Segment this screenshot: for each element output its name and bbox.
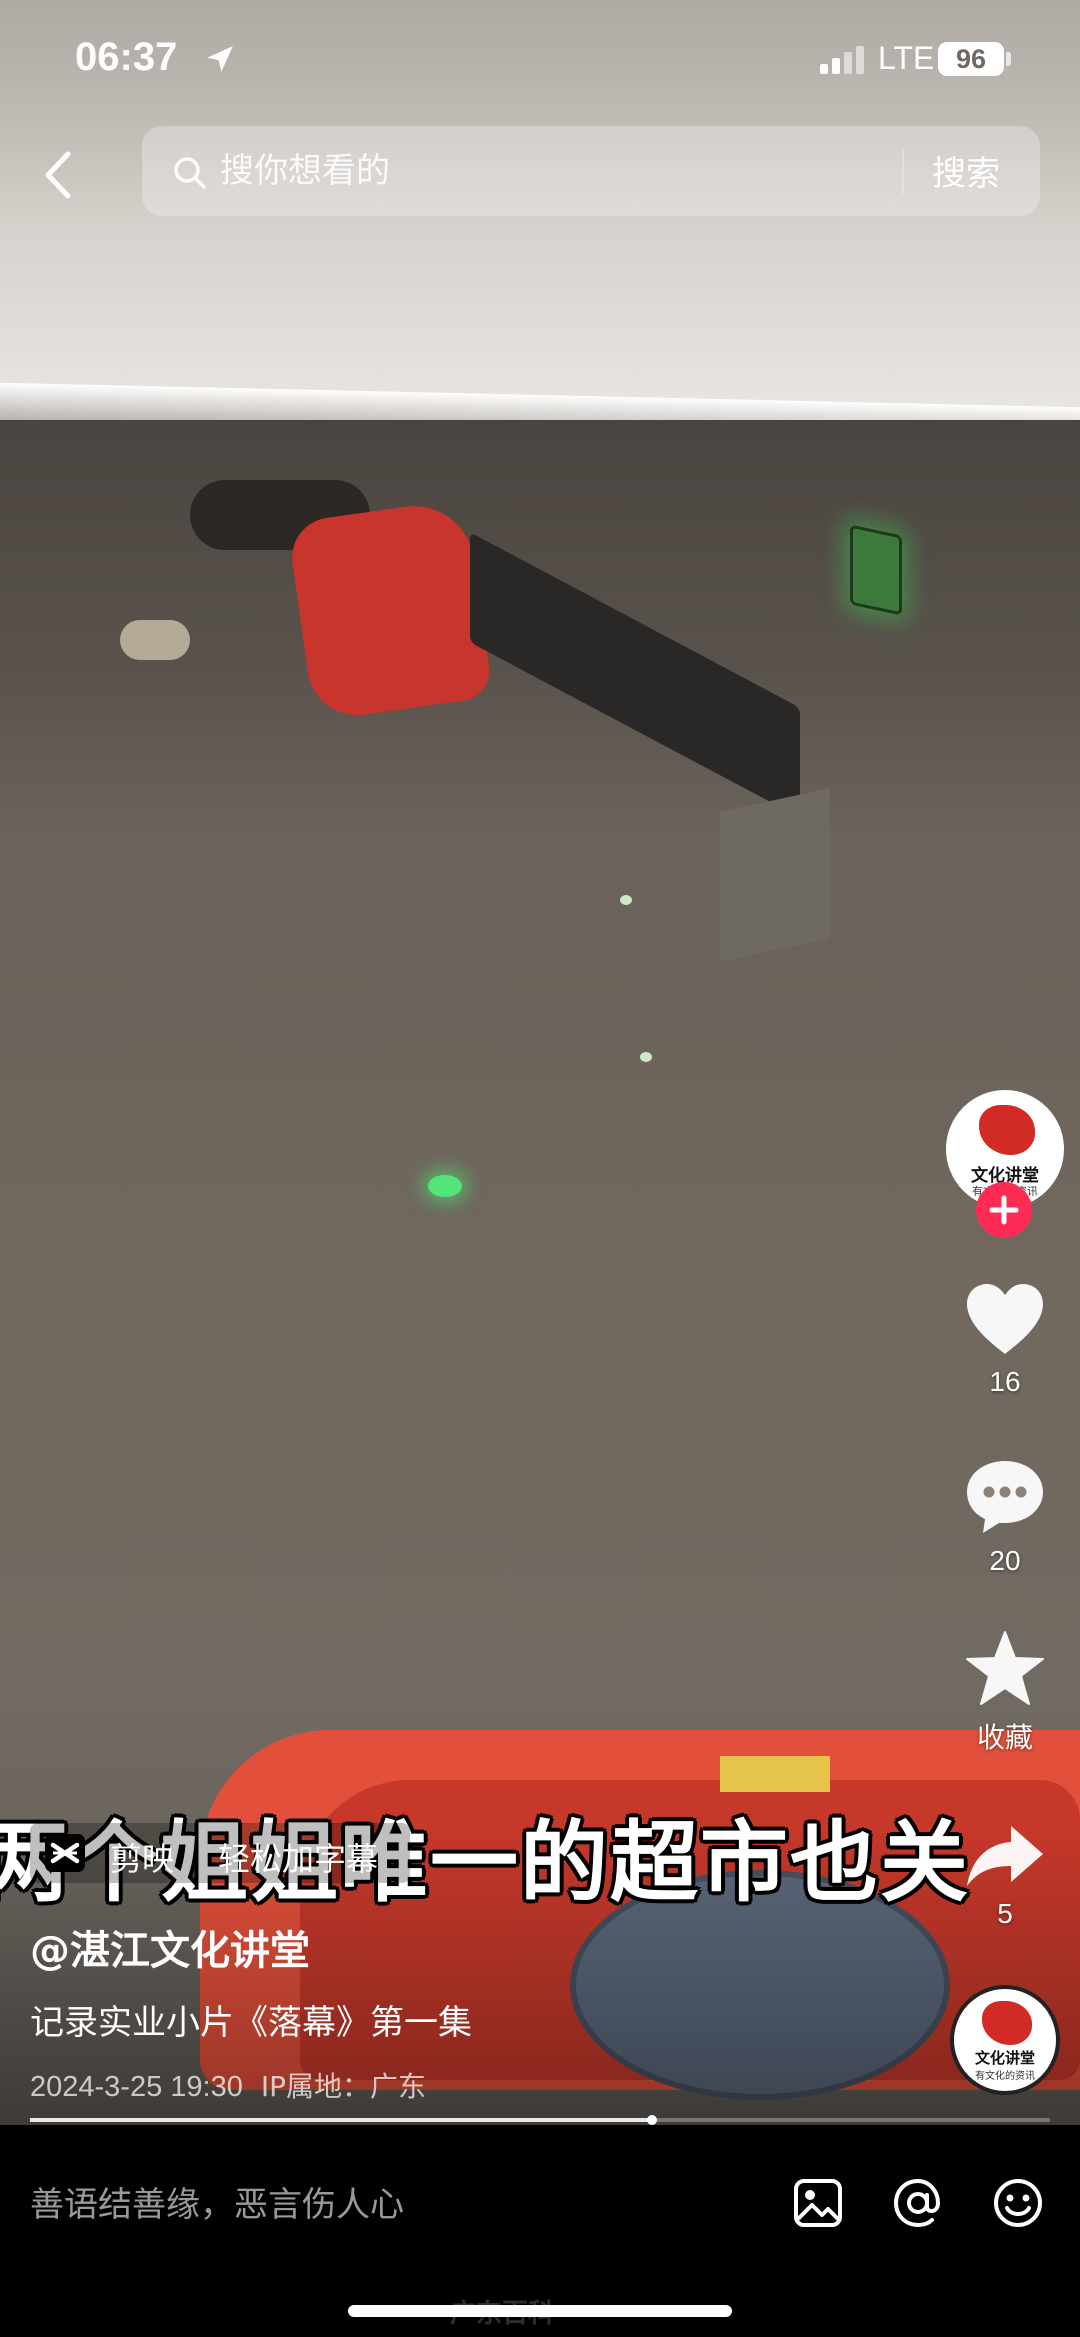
author-handle[interactable]: @湛江文化讲堂 (30, 1918, 310, 1976)
capcut-logo-icon (45, 1834, 85, 1872)
video-green-light (428, 1175, 462, 1197)
video-progress-fill (30, 2118, 653, 2122)
battery-cap (1006, 52, 1011, 66)
comment-input[interactable] (30, 2175, 750, 2235)
post-date: 2024-3-25 19:30 (30, 2071, 243, 2103)
video-light-dot (640, 1052, 652, 1062)
back-button[interactable] (30, 140, 90, 210)
battery-level: 96 (955, 44, 987, 74)
star-icon (966, 1631, 1044, 1705)
chevron-left-icon (45, 151, 71, 199)
like-button[interactable]: 16 (940, 1280, 1070, 1398)
search-icon (174, 157, 206, 189)
music-disc-avatar[interactable]: 文化讲堂 有文化的资讯 (950, 1985, 1060, 2095)
status-bar: 06:37 LTE 96 (0, 0, 1080, 120)
favorite-button[interactable]: 收藏 (940, 1628, 1070, 1756)
video-progress-bar[interactable] (30, 2115, 1050, 2125)
heart-icon (967, 1284, 1043, 1354)
search-input[interactable] (220, 148, 780, 194)
image-icon[interactable] (788, 2173, 848, 2233)
signal-bars-icon (820, 46, 864, 74)
avatar-map-logo (979, 1105, 1035, 1155)
follow-button[interactable] (976, 1182, 1032, 1238)
search-button[interactable]: 搜索 (932, 146, 1000, 195)
disc-subtitle: 有文化的资讯 (975, 2071, 1035, 2082)
capcut-tag[interactable]: 剪映 轻松加字幕 (30, 1823, 410, 1883)
network-type: LTE (878, 40, 935, 76)
ip-location: IP属地：广东 (260, 2070, 426, 2103)
comment-bubble-icon (967, 1461, 1043, 1533)
comment-button[interactable]: 20 (940, 1455, 1070, 1577)
video-basket-label (720, 1756, 830, 1792)
video-description[interactable]: 记录实业小片《落幕》第一集 (30, 1995, 472, 2044)
video-bench-side (720, 788, 830, 962)
like-count: 16 (989, 1366, 1021, 1397)
capcut-slogan: 轻松加字幕 (218, 1840, 379, 1878)
battery-icon: 96 (938, 42, 1004, 76)
plus-icon (989, 1195, 1019, 1225)
disc-title: 文化讲堂 (974, 2049, 1035, 2067)
location-arrow-icon (207, 46, 233, 72)
video-person-foot (120, 620, 190, 660)
video-person-red-jacket (286, 498, 494, 722)
comment-bar: 广东百科 (0, 2125, 1080, 2337)
search-bar[interactable]: 搜索 (142, 126, 1040, 216)
search-divider (902, 148, 904, 194)
disc-map-logo (982, 2001, 1032, 2045)
capcut-app-name: 剪映 (110, 1840, 175, 1878)
emoji-icon[interactable] (988, 2173, 1048, 2233)
favorite-label: 收藏 (976, 1721, 1033, 1754)
mention-at-icon[interactable] (888, 2173, 948, 2233)
home-indicator[interactable] (348, 2305, 732, 2317)
post-meta: 2024-3-25 19:30 IP属地：广东 (30, 2065, 426, 2105)
comment-count: 20 (989, 1545, 1021, 1576)
video-exit-sign (850, 524, 902, 616)
status-time: 06:37 (75, 35, 178, 79)
video-light-dot (620, 895, 632, 905)
